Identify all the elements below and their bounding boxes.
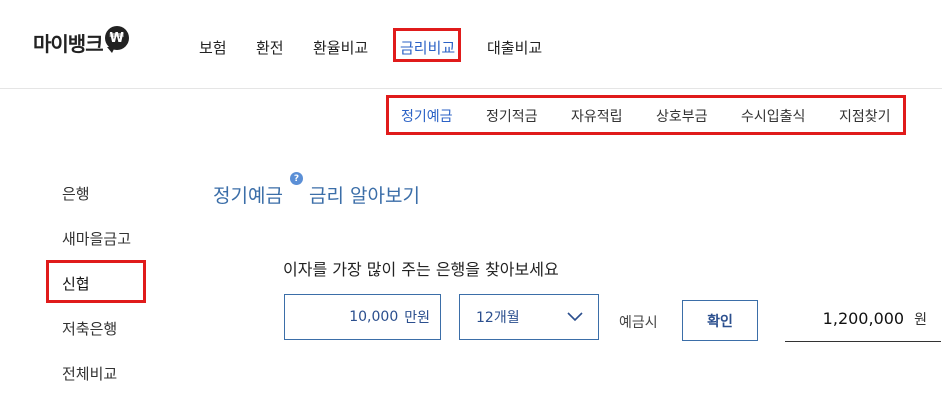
subnav-highlight-box: [386, 95, 906, 135]
logo[interactable]: 마이뱅크 ₩: [33, 24, 129, 60]
logo-text: 마이뱅크: [33, 31, 104, 56]
side-item-saemaeul[interactable]: 새마을금고: [62, 228, 131, 249]
result-unit: 원: [914, 311, 927, 328]
deposit-label: 예금시: [619, 315, 658, 331]
side-item-savings-bank[interactable]: 저축은행: [62, 318, 117, 339]
subnav-item-mutual-installment[interactable]: 상호부금: [656, 106, 708, 126]
search-question: 이자를 가장 많이 주는 은행을 찾아보세요: [283, 260, 559, 279]
side-item-all-compare[interactable]: 전체비교: [62, 363, 117, 384]
subnav-item-installment[interactable]: 정기적금: [486, 106, 538, 126]
result-value: 1,200,000: [822, 309, 905, 328]
page-title-prefix: 정기예금: [213, 185, 283, 207]
gnb-item-insurance[interactable]: 보험: [199, 37, 227, 58]
header-divider: [0, 88, 942, 89]
subnav-item-demand-deposit[interactable]: 수시입출식: [741, 106, 805, 126]
subnav-item-time-deposit[interactable]: 정기예금: [401, 106, 453, 126]
period-select[interactable]: 12개월: [459, 294, 599, 340]
subnav-item-branch-finder[interactable]: 지점찾기: [839, 106, 891, 126]
confirm-button[interactable]: 확인: [682, 300, 758, 341]
gnb-item-rate-compare[interactable]: 환율비교: [313, 37, 368, 58]
side-highlight-box: [46, 260, 146, 303]
gnb-highlight-box: [393, 28, 461, 62]
amount-input[interactable]: 10,000 만원: [284, 294, 441, 340]
won-badge-icon: ₩: [104, 26, 129, 53]
page-title-suffix: 금리 알아보기: [309, 185, 420, 207]
subnav-item-free-saving[interactable]: 자유적립: [571, 106, 623, 126]
help-icon[interactable]: ?: [290, 172, 303, 185]
amount-value: 10,000: [349, 309, 399, 325]
result-amount: 1,200,000 원: [785, 296, 941, 342]
amount-unit: 만원: [404, 310, 430, 326]
gnb-item-loan-compare[interactable]: 대출비교: [487, 37, 542, 58]
page-title: 정기예금 금리 알아보기: [213, 181, 420, 208]
period-value: 12개월: [476, 310, 520, 326]
gnb-item-exchange[interactable]: 환전: [256, 37, 284, 58]
chevron-down-icon: [567, 312, 583, 322]
side-item-bank[interactable]: 은행: [62, 183, 90, 204]
